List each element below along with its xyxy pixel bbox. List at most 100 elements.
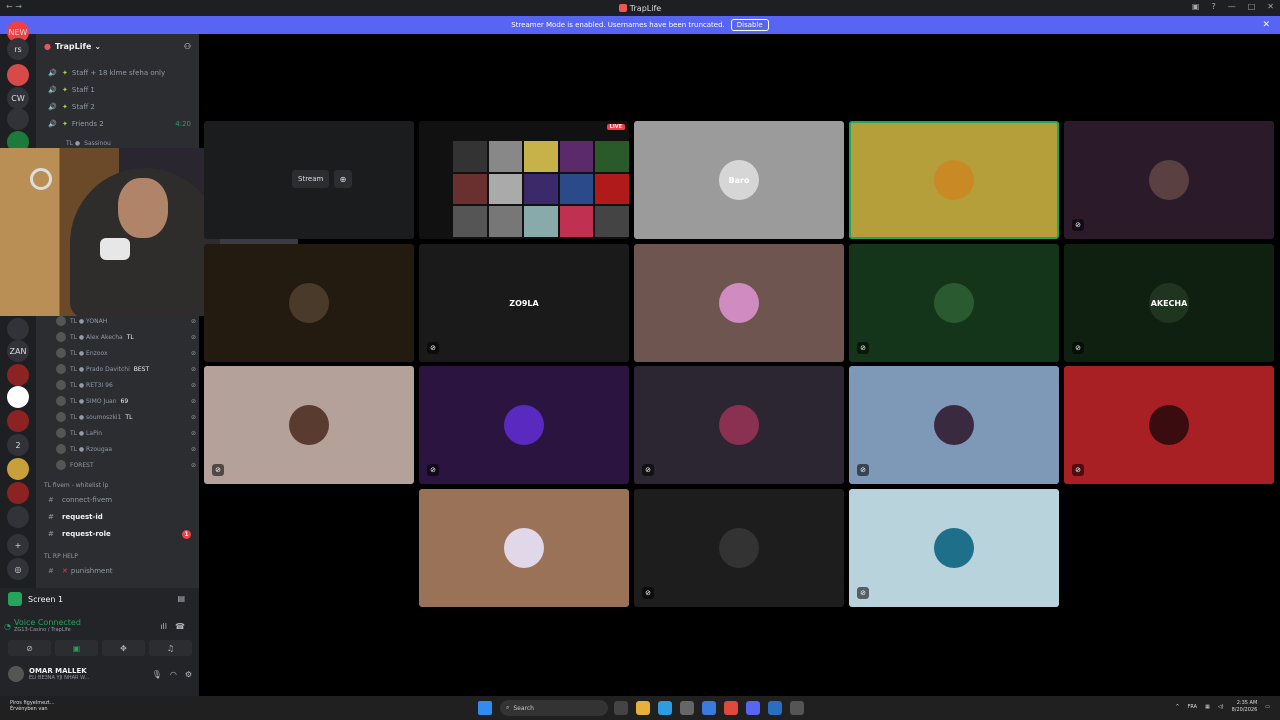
network-icon[interactable]: ▦	[1205, 704, 1210, 710]
category-help[interactable]: TL RP HELP	[44, 553, 78, 560]
chevron-up-icon[interactable]: ^	[1175, 704, 1179, 710]
headphones-icon[interactable]: ◠	[170, 670, 177, 679]
inbox-icon[interactable]: ▣	[1192, 2, 1200, 11]
voice-member[interactable]: FOREST ⊘	[56, 457, 196, 473]
voice-channel-item[interactable]: 🔊 ✦ Friends 2 4:20	[36, 116, 199, 132]
mic-icon[interactable]: 🎙	[152, 670, 162, 679]
steam-icon[interactable]	[768, 701, 782, 715]
search-icon: ⌕	[506, 704, 510, 711]
server-icon[interactable]: CW	[7, 87, 29, 109]
close-banner-icon[interactable]: ✕	[1262, 20, 1270, 30]
participant-tile[interactable]: ⊘	[1064, 121, 1274, 239]
taskview-icon[interactable]	[614, 701, 628, 715]
participant-tile[interactable]: ZO9LA ⊘	[419, 244, 629, 362]
voice-channel-item[interactable]: 🔊 ✦ Staff 2	[36, 99, 199, 115]
store-icon[interactable]	[680, 701, 694, 715]
server-icon[interactable]: 2	[7, 434, 29, 456]
maximize-button[interactable]: □	[1248, 2, 1256, 11]
participant-tile[interactable]: ⊘	[204, 366, 414, 484]
lock-icon: ✦	[62, 86, 68, 94]
participant-tile[interactable]	[634, 244, 844, 362]
avatar[interactable]	[8, 666, 24, 682]
popout-stream-icon[interactable]: ⊕	[334, 170, 352, 188]
guild-header[interactable]: ● TrapLife ⌄ ⚇	[36, 34, 199, 58]
screen-share-row[interactable]: Screen 1	[8, 592, 63, 606]
server-icon[interactable]	[7, 364, 29, 386]
disconnect-icon[interactable]: ☎	[175, 622, 185, 631]
participant-avatar: AKECHA	[1149, 283, 1189, 323]
server-icon[interactable]: +	[7, 534, 29, 556]
channel-connect-fivem[interactable]: # connect-fivem	[36, 492, 199, 508]
server-icon[interactable]: ZAN	[7, 340, 29, 362]
soundboard-button[interactable]: ♫	[149, 640, 192, 656]
clock[interactable]: 2:35 AM 8/20/2026	[1232, 700, 1258, 714]
explorer-icon[interactable]	[636, 701, 650, 715]
server-icon[interactable]	[7, 482, 29, 504]
server-icon[interactable]	[7, 506, 29, 528]
edge-icon[interactable]	[658, 701, 672, 715]
notifications-icon[interactable]: ▭	[1265, 704, 1270, 710]
server-icon[interactable]	[7, 458, 29, 480]
voice-member[interactable]: TL ● RET3I 96 ⊘	[56, 377, 196, 393]
participant-tile[interactable]: ⊘	[634, 489, 844, 607]
participant-tile[interactable]: AKECHA ⊘	[1064, 244, 1274, 362]
server-icon[interactable]: rs	[7, 38, 29, 60]
participant-tile[interactable]: LIVE	[419, 121, 629, 239]
server-icon[interactable]	[7, 386, 29, 408]
channel-punishment[interactable]: # ✕ punishment	[36, 563, 199, 579]
category-fivem[interactable]: TL fivem - whitelist lp	[44, 482, 108, 489]
discord-icon[interactable]	[746, 701, 760, 715]
server-icon[interactable]	[7, 108, 29, 130]
server-icon[interactable]: ◎	[7, 558, 29, 580]
volume-icon[interactable]: ◁)	[1218, 704, 1224, 710]
voice-status[interactable]: Voice Connected	[14, 618, 81, 627]
chrome-icon[interactable]	[724, 701, 738, 715]
participant-tile[interactable]: ⊘	[634, 366, 844, 484]
camera-off-button[interactable]: ⊘	[8, 640, 51, 656]
obs-icon[interactable]	[790, 701, 804, 715]
participant-tile[interactable]	[204, 244, 414, 362]
mail-icon[interactable]	[702, 701, 716, 715]
participant-tile[interactable]: ⊘	[1064, 366, 1274, 484]
start-button[interactable]	[478, 701, 492, 715]
watch-stream-button[interactable]: Stream	[292, 170, 330, 188]
disable-streamer-mode-button[interactable]: Disable	[730, 19, 769, 31]
lang-indicator[interactable]: FRA	[1188, 704, 1198, 710]
participant-tile[interactable]: ⊘	[849, 244, 1059, 362]
voice-member[interactable]: TL ● Prado Davitchi BEST ⊘	[56, 361, 196, 377]
popout-icon[interactable]: ▤	[177, 594, 185, 603]
channel-request-id[interactable]: # request-id	[36, 509, 199, 525]
close-window-button[interactable]: ✕	[1267, 2, 1274, 11]
participant-tile[interactable]: ⊘	[849, 366, 1059, 484]
add-member-icon[interactable]: ⚇	[184, 42, 191, 51]
voice-member[interactable]: TL ● Alex Akecha TL ⊘	[56, 329, 196, 345]
taskbar-search[interactable]: ⌕ Search	[500, 700, 608, 716]
voice-member[interactable]: TL ● LaPin ⊘	[56, 425, 196, 441]
avatar	[56, 444, 66, 454]
voice-channel-item[interactable]: 🔊 ✦ Staff + 18 klme sfeha only	[36, 65, 199, 81]
voice-member[interactable]: TL ● Rzougaa ⊘	[56, 441, 196, 457]
server-icon[interactable]	[7, 410, 29, 432]
voice-channel[interactable]: ZG13-Casino / TrapLife	[14, 627, 81, 633]
soundwave-icon[interactable]: ıll	[160, 622, 167, 631]
screen-share-button[interactable]: ▣	[55, 640, 98, 656]
voice-member[interactable]: TL ● Enzoox ⊘	[56, 345, 196, 361]
gear-icon[interactable]: ⚙	[185, 670, 192, 679]
participant-tile[interactable]: ⊘	[419, 366, 629, 484]
server-icon[interactable]	[7, 318, 29, 340]
participant-tile[interactable]	[849, 121, 1059, 239]
voice-member[interactable]: TL ● SIMO Juan 69 ⊘	[56, 393, 196, 409]
participant-tile[interactable]	[419, 489, 629, 607]
preview-cell	[595, 173, 629, 205]
activities-button[interactable]: ✥	[102, 640, 145, 656]
participant-tile[interactable]: Baro	[634, 121, 844, 239]
voice-member[interactable]: TL ● soumoszki1 TL ⊘	[56, 409, 196, 425]
help-icon[interactable]: ?	[1211, 2, 1215, 11]
participant-tile[interactable]: ⊘	[849, 489, 1059, 607]
mic-off-icon: ⊘	[190, 317, 196, 325]
voice-channel-item[interactable]: 🔊 ✦ Staff 1	[36, 82, 199, 98]
weather-widget[interactable]: Piros figyelmezt... Érvényben van	[10, 700, 55, 712]
server-icon[interactable]	[7, 64, 29, 86]
channel-request-role[interactable]: # request-role 1	[36, 526, 199, 542]
minimize-button[interactable]: —	[1228, 2, 1236, 11]
